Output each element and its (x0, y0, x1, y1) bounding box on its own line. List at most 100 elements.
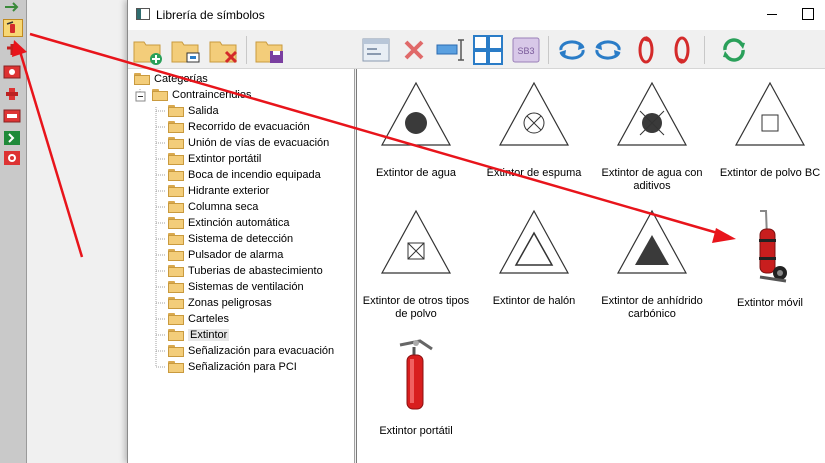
folder-icon (168, 361, 184, 374)
symbol-item[interactable]: Extintor de polvo BC (711, 77, 825, 197)
save-folder-button[interactable] (254, 34, 286, 66)
tree-item-label: Zonas peligrosas (188, 297, 272, 310)
app-tool-exit-icon[interactable] (3, 130, 21, 146)
tree-item[interactable]: Extinción automática (168, 215, 290, 231)
tree-item-label: Extintor portátil (188, 153, 262, 166)
tree-item[interactable]: Pulsador de alarma (168, 247, 283, 263)
tree-item[interactable]: Hidrante exterior (168, 183, 269, 199)
folder-icon (134, 73, 150, 86)
folder-icon (168, 281, 184, 294)
sb3-export-button[interactable]: SB3 (510, 34, 542, 66)
tree-item[interactable]: Boca de incendio equipada (168, 167, 321, 183)
symbol-item[interactable]: Extintor de anhídrido carbónico (593, 205, 711, 325)
title-bar: Librería de símbolos (128, 0, 825, 30)
tree-item-label: Boca de incendio equipada (188, 169, 321, 182)
tree-item[interactable]: Zonas peligrosas (168, 295, 272, 311)
symbol-label: Extintor de polvo BC (719, 167, 821, 179)
tree-item-label: Pulsador de alarma (188, 249, 284, 262)
toolbar-separator (704, 36, 705, 64)
tree-item-label: Sistemas de ventilación (188, 281, 304, 294)
properties-button[interactable] (360, 34, 392, 66)
symbol-grid: Extintor de agua Extintor de espuma Extint… (356, 69, 825, 463)
triangle-crossed-square-icon (357, 205, 475, 289)
minimize-button[interactable] (766, 7, 780, 21)
folder-icon (168, 185, 184, 198)
tree-item[interactable]: Carteles (168, 311, 229, 327)
tree-root[interactable]: Categorías (134, 71, 208, 87)
tree-item-label: Unión de vías de evacuación (188, 137, 330, 150)
tree-item-label: Carteles (188, 313, 229, 326)
folder-icon (168, 169, 184, 182)
symbol-library-window: Librería de símbolos SB3 Categorías Cont… (127, 0, 825, 463)
tree-item[interactable]: Extintor portátil (168, 151, 261, 167)
folder-icon (168, 313, 184, 326)
flip-vertical-button[interactable] (630, 34, 662, 66)
new-folder-button[interactable] (132, 34, 164, 66)
tree-item-label: Sistema de detección (188, 233, 294, 246)
edit-folder-button[interactable] (170, 34, 202, 66)
triangle-in-triangle-icon (475, 205, 593, 289)
delete-folder-button[interactable] (208, 34, 240, 66)
triangle-square-icon (711, 77, 825, 161)
triangle-filled-circle-icon (357, 77, 475, 161)
symbol-item[interactable]: Extintor de espuma (475, 77, 593, 197)
symbol-label: Extintor portátil (379, 425, 453, 437)
tree-item-label: Recorrido de evacuación (188, 121, 310, 134)
symbol-item[interactable]: Extintor de otros tipos de polvo (357, 205, 475, 325)
app-tool-hose-icon[interactable] (3, 108, 21, 124)
app-tool-valve-icon[interactable] (3, 86, 21, 102)
rotate-left-button[interactable] (556, 34, 588, 66)
symbol-item[interactable]: Extintor de halón (475, 205, 593, 325)
app-tool-alarm-icon[interactable] (3, 150, 21, 166)
tree-item[interactable]: Señalización para PCI (168, 359, 297, 375)
folder-icon (168, 329, 184, 342)
folder-icon (168, 153, 184, 166)
tree-item-label: Señalización para evacuación (188, 345, 335, 358)
triangle-crossed-circle-icon (475, 77, 593, 161)
resize-symbol-button[interactable] (434, 34, 466, 66)
symbol-label: Extintor de halón (492, 295, 576, 307)
symbol-item[interactable]: Extintor de agua (357, 77, 475, 197)
tree-item[interactable]: Extintor (168, 327, 230, 343)
tree-item-label: Columna seca (188, 201, 259, 214)
tree-item[interactable]: Unión de vías de evacuación (168, 135, 329, 151)
app-tool-camera-icon[interactable] (3, 64, 21, 80)
folder-icon (168, 233, 184, 246)
tree-item[interactable]: Columna seca (168, 199, 258, 215)
folder-icon (168, 217, 184, 230)
rotate-right-button[interactable] (592, 34, 624, 66)
symbol-label: Extintor de anhídrido carbónico (601, 295, 703, 320)
folder-icon (168, 249, 184, 262)
tree-item[interactable]: Señalización para evacuación (168, 343, 334, 359)
grid-view-button[interactable] (472, 34, 504, 66)
symbol-item[interactable]: Extintor de agua con aditivos (593, 77, 711, 197)
symbol-item[interactable]: Extintor portátil (357, 333, 475, 453)
tree-item-label: Tuberias de abastecimiento (188, 265, 323, 278)
symbol-label: Extintor móvil (736, 297, 804, 309)
app-tool-hydrant-icon[interactable] (3, 42, 21, 58)
window-icon (136, 8, 150, 20)
tree-item[interactable]: Sistemas de ventilación (168, 279, 304, 295)
tree-group-label: Contraincendios (172, 89, 252, 102)
folder-icon (168, 201, 184, 214)
folder-open-icon (152, 89, 168, 102)
tree-item-label: Extinción automática (188, 217, 290, 230)
toolbar-separator (246, 36, 247, 64)
triangle-filled-crossed-circle-icon (593, 77, 711, 161)
tree-item[interactable]: Recorrido de evacuación (168, 119, 310, 135)
tree-item[interactable]: Tuberias de abastecimiento (168, 263, 323, 279)
app-tool-arrow-icon[interactable] (3, 0, 21, 16)
symbol-item[interactable]: Extintor móvil (711, 205, 825, 325)
refresh-button[interactable] (718, 34, 750, 66)
tree-item[interactable]: Salida (168, 103, 219, 119)
delete-symbol-button[interactable] (398, 34, 430, 66)
tree-group-contraincendios[interactable]: Contraincendios (152, 87, 252, 103)
maximize-button[interactable] (802, 8, 814, 20)
tree-root-label: Categorías (154, 73, 208, 86)
app-tool-extinguisher-icon[interactable] (3, 19, 23, 37)
sb3-label: SB3 (517, 46, 534, 56)
flip-horizontal-button[interactable] (666, 34, 698, 66)
tree-item[interactable]: Sistema de detección (168, 231, 293, 247)
portable-extinguisher-icon (357, 333, 475, 417)
tree-item-label: Salida (188, 105, 219, 118)
